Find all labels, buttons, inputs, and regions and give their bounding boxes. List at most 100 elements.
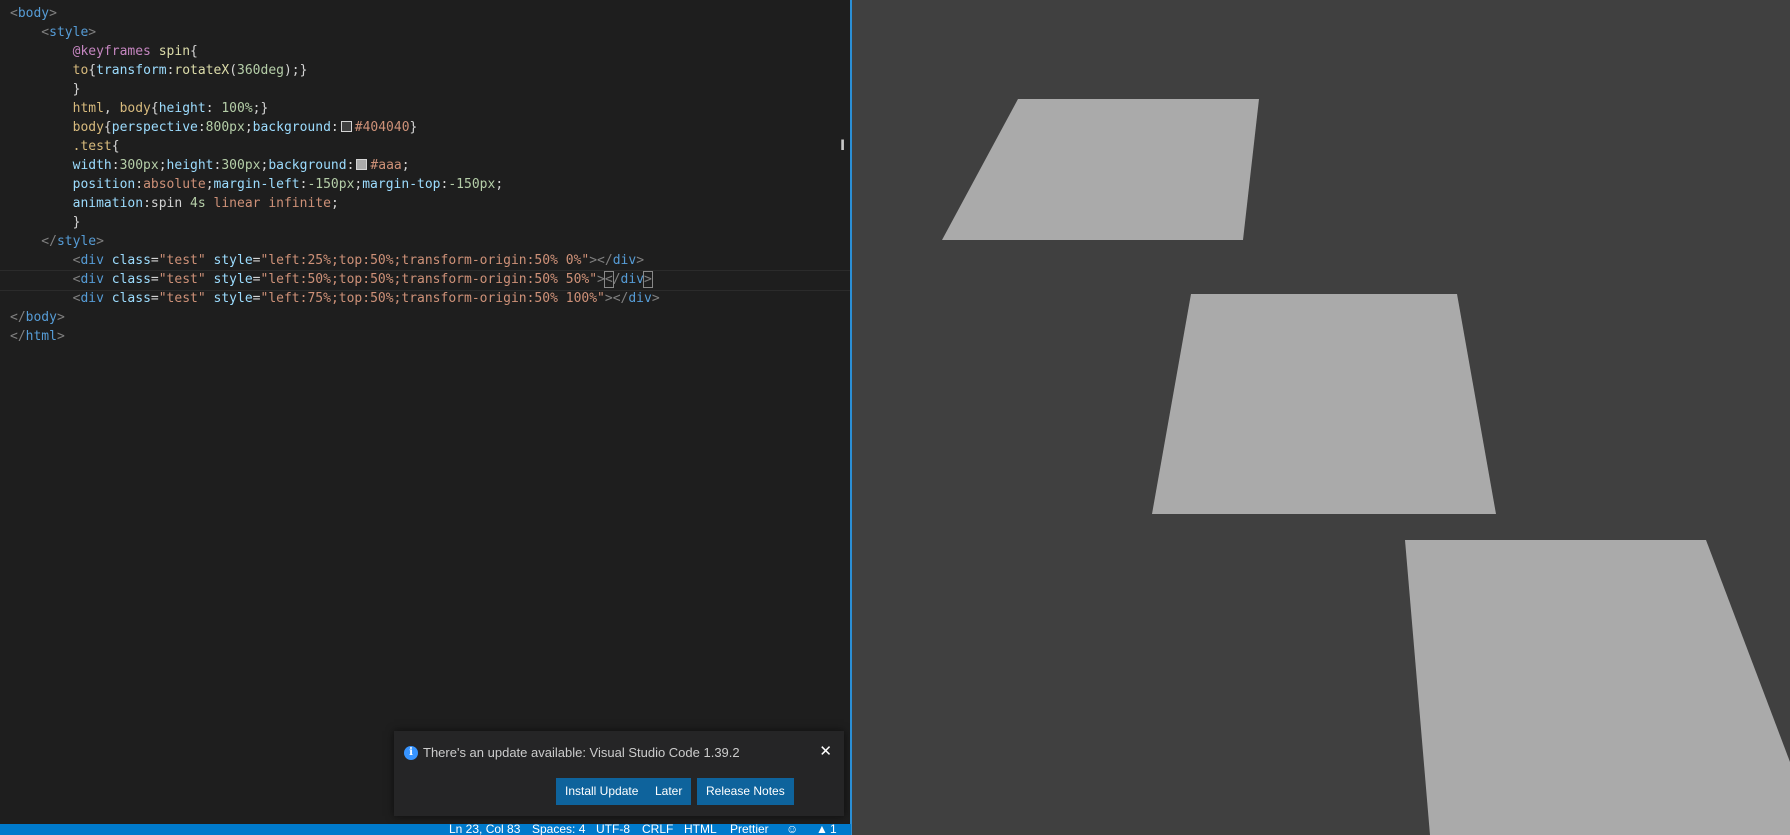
code-token: < — [10, 272, 81, 287]
code-line[interactable]: position:absolute;margin-left:-150px;mar… — [10, 175, 660, 194]
code-token: = — [150, 253, 159, 268]
code-token: < — [603, 271, 614, 288]
code-token: = — [150, 291, 159, 306]
code-token: : — [197, 120, 206, 135]
code-token: : — [330, 120, 339, 135]
code-token: style — [213, 253, 253, 268]
install-update-button[interactable]: Install Update — [556, 778, 648, 805]
code-token: "left:25%;top:50%;transform-origin:50% 0… — [260, 253, 590, 268]
code-token: html — [10, 101, 104, 116]
code-token: </ — [10, 310, 26, 325]
code-token: body — [25, 310, 57, 325]
code-token: div — [620, 272, 645, 287]
close-icon[interactable]: ✕ — [819, 742, 832, 760]
code-token: { — [111, 139, 120, 154]
code-token: "left:50%;top:50%;transform-origin:50% 5… — [260, 272, 598, 287]
code-token: );} — [283, 63, 308, 78]
code-line[interactable]: .test{ — [10, 137, 660, 156]
rotating-tile-1 — [942, 99, 1259, 240]
code-line[interactable]: } — [10, 213, 660, 232]
code-token: > — [88, 25, 97, 40]
code-line[interactable]: <style> — [10, 23, 660, 42]
code-token: class — [111, 291, 151, 306]
code-token: animation — [10, 196, 144, 211]
update-notification: i There's an update available: Visual St… — [394, 731, 844, 816]
code-line[interactable]: animation:spin 4s linear infinite; — [10, 194, 660, 213]
code-token: ; — [158, 158, 167, 173]
notification-message: There's an update available: Visual Stud… — [423, 745, 740, 760]
code-token: </ — [10, 234, 57, 249]
editor-cursor-marker: I — [840, 138, 846, 154]
code-token: < — [10, 25, 50, 40]
rotating-tile-3 — [1405, 540, 1790, 835]
code-token: ( — [229, 63, 238, 78]
code-token: { — [88, 63, 97, 78]
end-of-line[interactable]: CRLF — [642, 824, 673, 835]
code-token: </ — [10, 329, 26, 344]
code-token: / — [612, 272, 621, 287]
code-text[interactable]: <body> <style> @keyframes spin{ to{trans… — [0, 4, 850, 346]
code-token: div — [612, 253, 637, 268]
code-token: style — [213, 272, 253, 287]
info-icon: i — [404, 746, 418, 760]
code-line[interactable]: </html> — [10, 327, 660, 346]
code-token: ; — [401, 158, 410, 173]
code-token: "test" — [158, 253, 206, 268]
code-token: -150px — [448, 177, 496, 192]
code-token: div — [80, 291, 104, 306]
code-token: 300px — [119, 158, 159, 173]
code-token: ; — [330, 196, 339, 211]
color-swatch[interactable] — [356, 159, 368, 170]
notification-count[interactable]: 1 — [830, 824, 837, 835]
code-token: > — [96, 234, 104, 249]
code-line[interactable]: </body> — [10, 308, 660, 327]
code-line[interactable]: <body> — [10, 4, 660, 23]
code-token: : — [143, 196, 151, 211]
code-line[interactable]: <div class="test" style="left:25%;top:50… — [10, 251, 660, 270]
language-mode[interactable]: HTML — [684, 824, 717, 835]
code-token: } — [10, 215, 81, 230]
smiley-icon[interactable]: ☺ — [786, 824, 798, 835]
code-token: background — [268, 158, 347, 173]
code-token: @keyframes — [10, 44, 151, 59]
code-token: < — [10, 6, 18, 21]
release-notes-button[interactable]: Release Notes — [697, 778, 794, 805]
code-token: ></ — [589, 253, 613, 268]
indentation[interactable]: Spaces: 4 — [532, 824, 585, 835]
formatter[interactable]: Prettier — [730, 824, 769, 835]
code-token: linear — [213, 196, 261, 211]
code-line[interactable]: body{perspective:800px;background: #40404… — [10, 118, 660, 137]
code-token: "test" — [158, 272, 206, 287]
code-token: 360deg — [237, 63, 284, 78]
code-line[interactable]: </style> — [10, 232, 660, 251]
code-token: > — [56, 310, 65, 325]
bell-icon[interactable]: ▲ — [816, 824, 828, 835]
code-line[interactable]: <div class="test" style="left:75%;top:50… — [10, 289, 660, 308]
code-token: : — [135, 177, 144, 192]
color-swatch[interactable] — [340, 121, 352, 132]
code-token: "test" — [158, 291, 206, 306]
code-line[interactable]: @keyframes spin{ — [10, 42, 660, 61]
code-line[interactable]: html, body{height: 100%;} — [10, 99, 660, 118]
code-token: absolute — [143, 177, 206, 192]
code-token: > — [49, 6, 57, 21]
later-button[interactable]: Later — [646, 778, 692, 805]
code-line[interactable]: to{transform:rotateX(360deg);} — [10, 61, 660, 80]
code-line[interactable]: } — [10, 80, 660, 99]
code-token: ; — [244, 120, 253, 135]
cursor-position[interactable]: Ln 23, Col 83 — [449, 824, 520, 835]
code-line[interactable]: width:300px;height:300px;background: #aaa… — [10, 156, 660, 175]
code-token: = — [150, 272, 159, 287]
code-token: width — [10, 158, 112, 173]
code-token: > — [643, 271, 653, 288]
code-token: #aaa — [370, 158, 402, 173]
code-editor[interactable]: <body> <style> @keyframes spin{ to{trans… — [0, 0, 850, 824]
encoding[interactable]: UTF-8 — [596, 824, 630, 835]
code-token: body — [17, 6, 50, 21]
code-token: { — [103, 120, 112, 135]
code-line[interactable]: <div class="test" style="left:50%;top:50… — [0, 270, 850, 291]
